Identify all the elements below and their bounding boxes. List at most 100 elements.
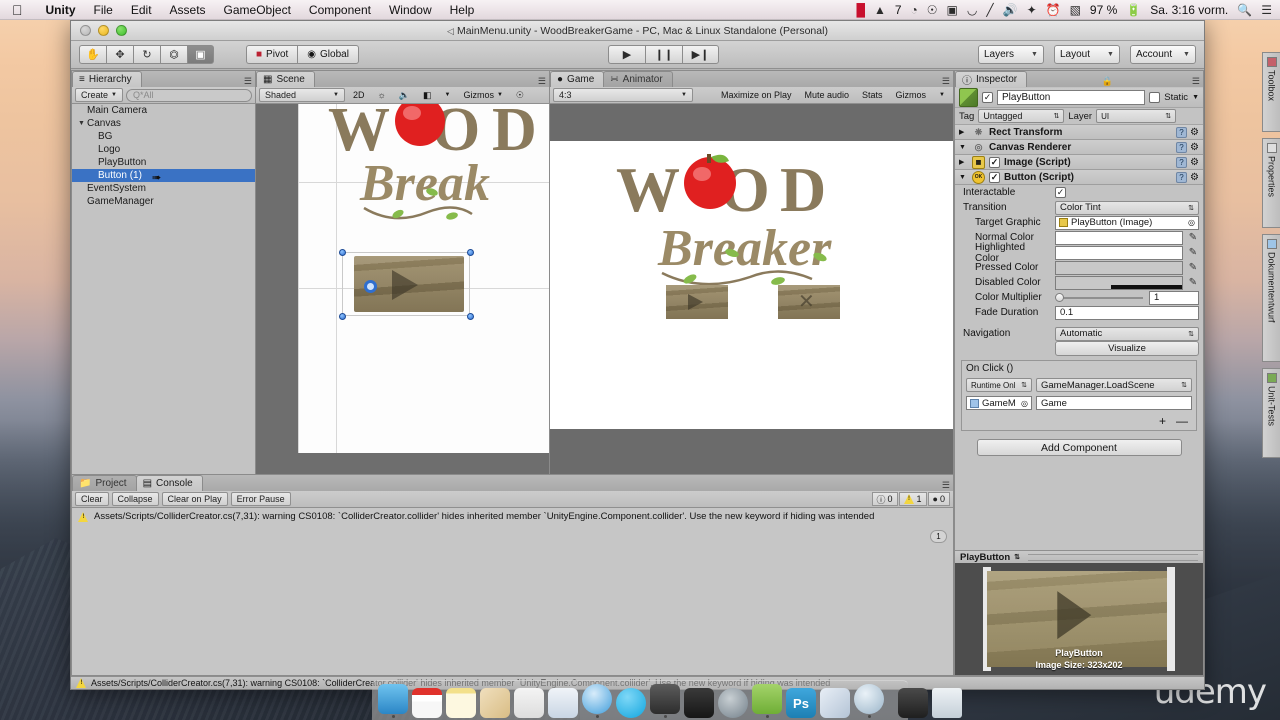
scene-search-icon[interactable]: ☉ bbox=[511, 88, 529, 102]
help-icon[interactable]: ? bbox=[1176, 126, 1188, 138]
display-icon[interactable]: ☉ bbox=[927, 4, 938, 16]
chevron-down-icon[interactable]: ▼ bbox=[440, 88, 456, 102]
component-header-image-script[interactable]: ▶ ▦ ✓ Image (Script) ? ⚙ bbox=[955, 155, 1203, 170]
game-viewport[interactable]: W O D Breaker ✕ bbox=[550, 104, 953, 493]
hierarchy-item-button-1[interactable]: Button (1) ➠ bbox=[72, 169, 255, 184]
gear-icon[interactable]: ⚙ bbox=[1190, 142, 1199, 153]
game-gizmos-dropdown[interactable]: Gizmos bbox=[891, 88, 932, 102]
hand-tool-button[interactable]: ✋ bbox=[79, 45, 106, 64]
rect-tool-button[interactable]: ▣ bbox=[187, 45, 214, 64]
help-icon[interactable]: ? bbox=[1176, 156, 1188, 168]
tab-game[interactable]: ● Game bbox=[550, 71, 605, 87]
panel-menu-icon[interactable]: ☰ bbox=[1192, 76, 1203, 87]
dock-app-unity[interactable] bbox=[650, 684, 680, 718]
account-dropdown[interactable]: Account ▼ bbox=[1129, 45, 1196, 64]
hierarchy-item-playbutton[interactable]: PlayButton bbox=[72, 156, 255, 169]
transition-dropdown[interactable]: Color Tint ⇅ bbox=[1055, 200, 1199, 215]
static-dropdown-icon[interactable]: ▼ bbox=[1192, 94, 1199, 101]
side-tab-properties[interactable]: Properties bbox=[1262, 138, 1280, 228]
lighting-icon[interactable]: ☼ bbox=[373, 88, 391, 102]
gear-icon[interactable]: ⚙ bbox=[1190, 157, 1199, 168]
eyedropper-icon[interactable]: ✎ bbox=[1187, 262, 1199, 273]
maximize-on-play-toggle[interactable]: Maximize on Play bbox=[716, 88, 797, 102]
component-header-rect-transform[interactable]: ▶ ❋ Rect Transform ? ⚙ bbox=[955, 125, 1203, 140]
adobe-icon[interactable]: ▲ bbox=[874, 4, 886, 16]
hierarchy-item-gamemanager[interactable]: GameManager bbox=[72, 195, 255, 208]
pencil-icon[interactable]: ╱ bbox=[986, 4, 993, 16]
scene-viewport[interactable]: W O D Break bbox=[256, 104, 549, 493]
preview-drag-bars[interactable] bbox=[1028, 553, 1198, 561]
error-count[interactable]: ● 0 bbox=[927, 492, 950, 506]
dock-app-mail[interactable] bbox=[548, 688, 578, 718]
clock[interactable]: Sa. 3:16 vorm. bbox=[1150, 3, 1228, 17]
interactable-checkbox[interactable]: ✓ bbox=[1055, 187, 1066, 198]
dock-app-evernote[interactable] bbox=[752, 684, 782, 718]
component-header-canvas-renderer[interactable]: ▼ ◎ Canvas Renderer ? ⚙ bbox=[955, 140, 1203, 155]
tag-dropdown[interactable]: Untagged ⇅ bbox=[978, 109, 1065, 123]
step-button[interactable]: ▶❙ bbox=[681, 45, 719, 64]
fade-duration-input[interactable]: 0.1 bbox=[1055, 305, 1199, 320]
timemachine-icon[interactable]: ⏰ bbox=[1046, 4, 1061, 16]
dock-app-numbers[interactable] bbox=[514, 688, 544, 718]
dock-app-photoshop[interactable]: Ps bbox=[786, 688, 816, 718]
wifi-icon[interactable]: ◡ bbox=[967, 4, 977, 16]
global-toggle[interactable]: ◉ Global bbox=[297, 45, 359, 64]
dock-trash[interactable] bbox=[932, 688, 962, 718]
spotlight-search-icon[interactable]: 🔍 bbox=[1237, 4, 1252, 16]
eyedropper-icon[interactable]: ✎ bbox=[1187, 232, 1199, 243]
color-multiplier-input[interactable]: 1 bbox=[1149, 290, 1199, 305]
chevron-updown-icon[interactable]: ⇅ bbox=[1014, 553, 1020, 561]
object-picker-icon[interactable]: ◎ bbox=[1188, 218, 1195, 227]
hierarchy-item-logo[interactable]: Logo bbox=[72, 143, 255, 156]
tab-scene[interactable]: ▦ Scene bbox=[256, 71, 315, 87]
hierarchy-search-input[interactable]: Q*All bbox=[125, 88, 252, 102]
chevron-down-icon[interactable]: ▼ bbox=[934, 88, 950, 102]
add-listener-button[interactable]: + bbox=[1159, 414, 1166, 428]
pivot-handle[interactable] bbox=[364, 280, 377, 293]
chevron-down-icon[interactable]: ▼ bbox=[78, 120, 87, 127]
game-quit-button[interactable]: ✕ bbox=[778, 285, 840, 319]
dock-app-keynote[interactable] bbox=[480, 688, 510, 718]
stats-toggle[interactable]: Stats bbox=[857, 88, 888, 102]
function-dropdown[interactable]: GameManager.LoadScene ⇅ bbox=[1036, 378, 1192, 392]
info-count[interactable]: ⓘ 0 bbox=[871, 492, 898, 506]
panel-menu-icon[interactable]: ☰ bbox=[942, 76, 953, 87]
dock-app-finder[interactable] bbox=[378, 684, 408, 718]
gear-icon[interactable]: ⚙ bbox=[1190, 172, 1199, 183]
hierarchy-item-canvas[interactable]: ▼ Canvas bbox=[72, 117, 255, 130]
dock-app-screenflow[interactable] bbox=[898, 688, 928, 718]
eyedropper-icon[interactable]: ✎ bbox=[1187, 277, 1199, 288]
dock-app-skype[interactable] bbox=[616, 688, 646, 718]
flag-icon[interactable]: ▧ bbox=[1070, 4, 1081, 16]
visualize-button[interactable]: Visualize bbox=[1055, 341, 1199, 356]
chevron-right-icon[interactable]: ▶ bbox=[959, 158, 968, 166]
disabled-color-swatch[interactable] bbox=[1055, 275, 1183, 290]
dock-app-recordit[interactable] bbox=[854, 684, 884, 718]
resize-handle-bl[interactable] bbox=[339, 313, 346, 320]
menu-item-gameobject[interactable]: GameObject bbox=[215, 3, 300, 17]
error-pause-toggle[interactable]: Error Pause bbox=[230, 492, 291, 506]
color-multiplier-slider[interactable] bbox=[1055, 291, 1145, 305]
volume-icon[interactable]: 🔊 bbox=[1003, 4, 1018, 16]
menu-item-assets[interactable]: Assets bbox=[161, 3, 215, 17]
screen-mirror-icon[interactable]: ▣ bbox=[947, 4, 958, 16]
audio-icon[interactable]: 🔈 bbox=[394, 88, 415, 102]
aspect-ratio-dropdown[interactable]: 4:3 ▼ bbox=[553, 88, 693, 102]
move-tool-button[interactable]: ✥ bbox=[106, 45, 133, 64]
dock-app-preview[interactable] bbox=[820, 688, 850, 718]
scale-tool-button[interactable]: ⏣ bbox=[160, 45, 187, 64]
pivot-toggle[interactable]: ■ Pivot bbox=[246, 45, 298, 64]
lock-icon[interactable]: 🔒 bbox=[1102, 76, 1116, 87]
image-enabled-checkbox[interactable]: ✓ bbox=[989, 156, 1000, 168]
button-enabled-checkbox[interactable]: ✓ bbox=[989, 171, 1000, 183]
object-picker-icon[interactable]: ◎ bbox=[1021, 399, 1028, 408]
create-button[interactable]: Create ▼ bbox=[75, 88, 123, 102]
side-tab-unit-tests[interactable]: Unit-Tests bbox=[1262, 368, 1280, 458]
clear-on-play-toggle[interactable]: Clear on Play bbox=[161, 492, 228, 506]
play-button[interactable]: ▶ bbox=[607, 45, 645, 64]
menu-item-unity[interactable]: Unity bbox=[37, 3, 85, 17]
highlighted-color-swatch[interactable] bbox=[1055, 245, 1183, 260]
notification-center-icon[interactable]: ☰ bbox=[1261, 4, 1272, 16]
help-icon[interactable]: ? bbox=[1176, 171, 1188, 183]
menu-item-help[interactable]: Help bbox=[441, 3, 484, 17]
